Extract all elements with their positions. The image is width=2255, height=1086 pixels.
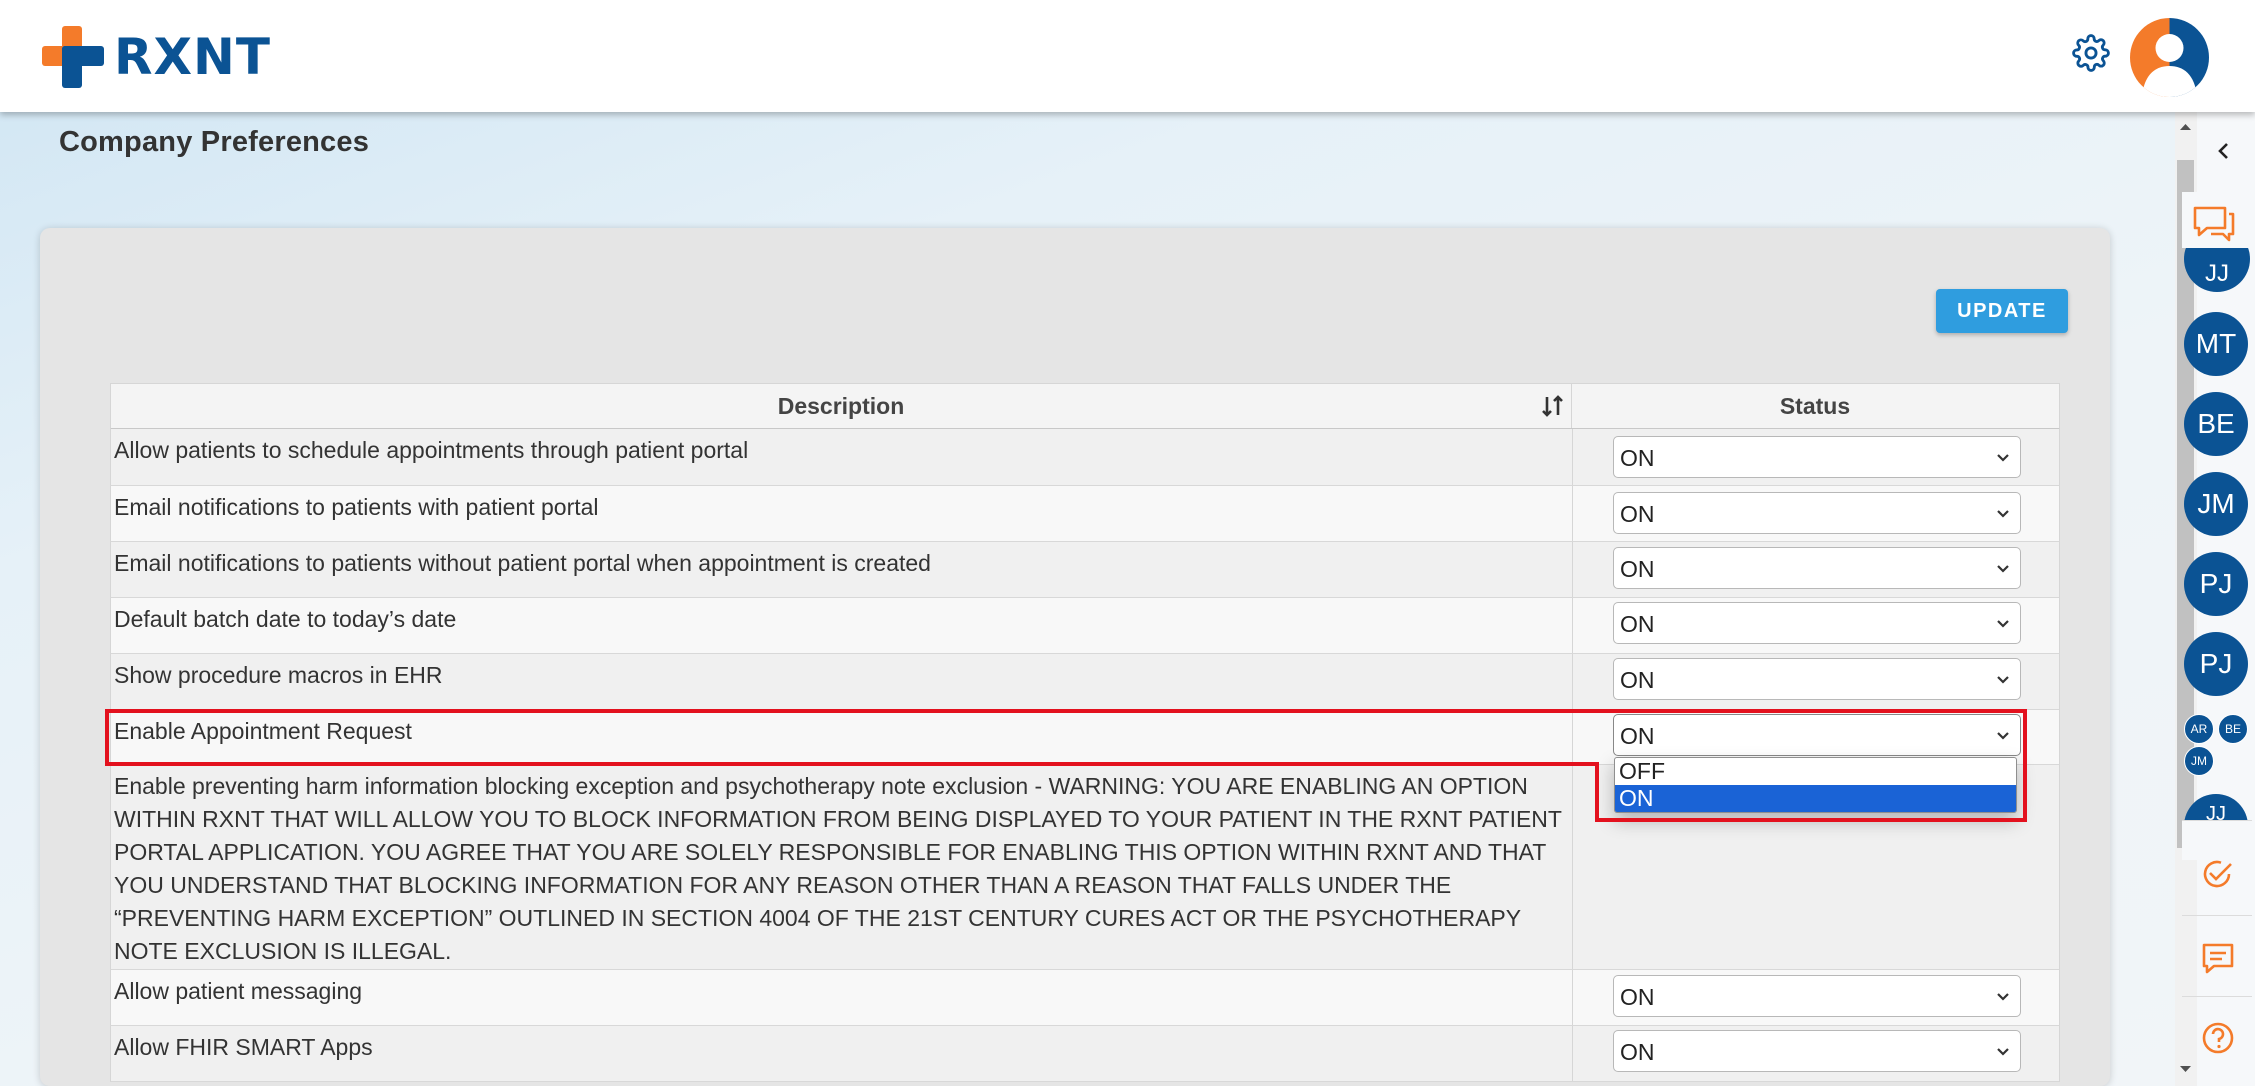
contact-avatar[interactable]: PJ	[2184, 632, 2248, 696]
highlight-box-row-bottom	[105, 762, 1599, 766]
status-value: ON	[1620, 556, 1655, 582]
status-value: ON	[1620, 667, 1655, 693]
contact-avatar-small[interactable]: AR	[2184, 714, 2214, 744]
status-value: ON	[1620, 501, 1655, 527]
highlight-box-row	[105, 709, 2027, 766]
table-row: Email notifications to patients with pat…	[110, 486, 2060, 542]
status-select[interactable]: ON	[1613, 1030, 2021, 1072]
status-select[interactable]: ON	[1613, 547, 2021, 589]
sidebar-divider	[2182, 996, 2252, 997]
row-description: Allow patients to schedule appointments …	[114, 437, 749, 463]
description-column-header[interactable]: Description	[111, 384, 1572, 428]
contact-avatar[interactable]: BE	[2184, 392, 2248, 456]
status-select[interactable]: ON	[1613, 975, 2021, 1017]
row-description: Email notifications to patients with pat…	[114, 494, 599, 520]
row-description: Allow patient messaging	[114, 978, 363, 1004]
user-avatar-icon[interactable]	[2130, 18, 2209, 97]
contact-avatar[interactable]: JM	[2184, 472, 2248, 536]
status-select[interactable]: ON	[1613, 602, 2021, 644]
logo-text: RXNT	[114, 28, 272, 86]
sort-icon[interactable]	[1541, 393, 1565, 419]
scroll-down-arrow-icon[interactable]	[2177, 1062, 2194, 1076]
message-icon[interactable]	[2200, 940, 2236, 976]
status-select[interactable]: ON	[1613, 492, 2021, 534]
row-description: Show procedure macros in EHR	[114, 662, 443, 688]
status-value: ON	[1620, 984, 1655, 1010]
highlight-box-dropdown	[1595, 762, 2027, 822]
row-description: Enable preventing harm information block…	[114, 773, 1562, 964]
chevron-down-icon	[1997, 1048, 2009, 1056]
chevron-down-icon	[1997, 620, 2009, 628]
table-row: Default batch date to today’s date ON	[110, 598, 2060, 654]
status-select[interactable]: ON	[1613, 436, 2021, 478]
update-button[interactable]: UPDATE	[1936, 289, 2068, 333]
status-column-header: Status	[1779, 393, 1851, 419]
rxnt-logo[interactable]: RXNT	[42, 26, 271, 88]
status-select[interactable]: ON	[1613, 658, 2021, 700]
page-title: Company Preferences	[59, 126, 370, 158]
table-header: Description Status	[110, 383, 2060, 430]
table-row: Allow FHIR SMART Apps ON	[110, 1026, 2060, 1082]
scroll-up-arrow-icon[interactable]	[2177, 120, 2194, 134]
chevron-down-icon	[1997, 510, 2009, 518]
table-row: Allow patient messaging ON	[110, 970, 2060, 1026]
status-value: ON	[1620, 445, 1655, 471]
table-row: Show procedure macros in EHR ON	[110, 654, 2060, 710]
row-description: Allow FHIR SMART Apps	[114, 1034, 373, 1060]
chevron-down-icon	[1997, 454, 2009, 462]
contact-avatar[interactable]: MT	[2184, 312, 2248, 376]
sidebar-divider	[2182, 820, 2252, 821]
table-row: Allow patients to schedule appointments …	[110, 429, 2060, 486]
chevron-down-icon	[1997, 565, 2009, 573]
gear-icon[interactable]	[2072, 34, 2110, 72]
contact-avatar-small[interactable]: BE	[2218, 714, 2248, 744]
chevron-down-icon	[1997, 993, 2009, 1001]
row-description: Email notifications to patients without …	[114, 550, 931, 576]
top-bar: RXNT	[0, 0, 2255, 112]
contact-avatar-small[interactable]: JM	[2184, 746, 2214, 776]
chevron-left-icon[interactable]	[2213, 140, 2235, 162]
help-icon[interactable]	[2200, 1020, 2236, 1056]
logo-cross-icon	[42, 26, 104, 88]
chevron-down-icon	[1997, 676, 2009, 684]
status-value: ON	[1620, 611, 1655, 637]
sidebar-divider	[2182, 915, 2252, 916]
check-circle-icon[interactable]	[2199, 856, 2235, 892]
table-row: Email notifications to patients without …	[110, 542, 2060, 598]
chat-bubbles-icon[interactable]	[2191, 202, 2237, 244]
status-value: ON	[1620, 1039, 1655, 1065]
contact-avatar[interactable]: PJ	[2184, 552, 2248, 616]
row-description: Default batch date to today’s date	[114, 606, 457, 632]
